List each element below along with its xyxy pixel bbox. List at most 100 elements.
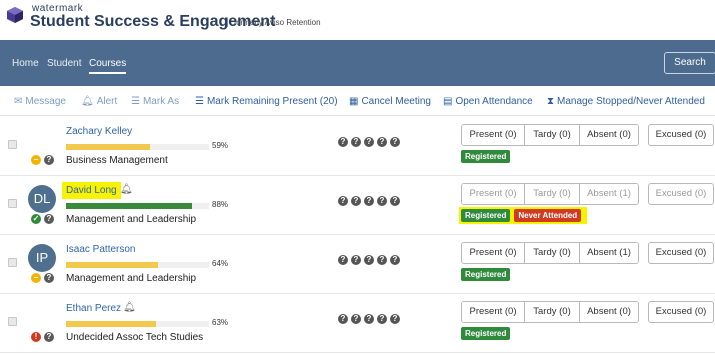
mark-remaining-present-button[interactable]: ☰ Mark Remaining Present (20) <box>195 96 338 107</box>
excused-button[interactable]: Excused (0) <box>648 124 714 146</box>
main-nav: Home Student Courses Search <box>0 40 715 86</box>
badge-group: Registered Never Attended <box>459 207 588 224</box>
bell-icon: 🔔︎ <box>81 96 94 107</box>
present-button[interactable]: Present (0) <box>462 184 525 204</box>
help-icon[interactable]: ? <box>44 214 54 224</box>
excused-button[interactable]: Excused (0) <box>648 301 714 323</box>
progress-fill <box>66 262 158 268</box>
help-icon[interactable]: ? <box>351 314 361 324</box>
manage-stopped-label: Manage Stopped/Never Attended <box>557 96 705 107</box>
registered-badge: Registered <box>461 327 511 340</box>
progress-bar <box>66 144 209 150</box>
help-icon[interactable]: ? <box>390 314 400 324</box>
absent-button[interactable]: Absent (0) <box>580 125 638 145</box>
help-icon[interactable]: ? <box>338 137 348 147</box>
absent-button[interactable]: Absent (1) <box>580 184 638 204</box>
brand-separator: | <box>226 17 229 28</box>
present-button[interactable]: Present (0) <box>462 125 525 145</box>
open-attendance-label: Open Attendance <box>455 96 533 107</box>
help-icon[interactable]: ? <box>377 314 387 324</box>
excused-button[interactable]: Excused (0) <box>648 242 714 264</box>
help-icon[interactable]: ? <box>390 137 400 147</box>
student-row: IP − ? Isaac Patterson 64% Management an… <box>0 235 715 294</box>
question-icons: ????? <box>338 190 403 208</box>
course-name: Management and Leadership <box>66 273 197 284</box>
never-attended-badge: Never Attended <box>514 209 582 222</box>
tardy-button[interactable]: Tardy (0) <box>525 184 580 204</box>
nav-courses[interactable]: Courses <box>89 58 127 74</box>
student-name-link[interactable]: David Long <box>62 182 121 199</box>
mark-as-label: Mark As <box>142 96 180 107</box>
checklist-icon: ☰ <box>195 96 204 107</box>
check-circle-icon: ✓ <box>31 214 41 224</box>
help-icon[interactable]: ? <box>44 332 54 342</box>
tardy-button[interactable]: Tardy (0) <box>525 125 580 145</box>
help-icon[interactable]: ? <box>44 273 54 283</box>
help-icon[interactable]: ? <box>338 314 348 324</box>
progress-bar <box>66 203 209 209</box>
student-name-link[interactable]: Ethan Perez <box>66 303 121 314</box>
help-icon[interactable]: ? <box>390 196 400 206</box>
help-icon[interactable]: ? <box>44 155 54 165</box>
student-row: − ? Zachary Kelley 59% Business Manageme… <box>0 117 715 176</box>
help-icon[interactable]: ? <box>338 196 348 206</box>
manage-stopped-button[interactable]: ⧗ Manage Stopped/Never Attended <box>547 96 705 107</box>
bell-icon[interactable]: 🔔︎ <box>123 302 136 313</box>
attendance-group: Present (0) Tardy (0) Absent (0) <box>461 301 639 323</box>
brand-bar: watermark Student Success & Engagement |… <box>0 0 715 40</box>
student-name-link[interactable]: Zachary Kelley <box>66 126 132 137</box>
progress-bar <box>66 321 209 327</box>
absent-button[interactable]: Absent (1) <box>580 243 638 263</box>
help-icon[interactable]: ? <box>364 255 374 265</box>
avatar: IP <box>28 244 56 272</box>
course-name: Undecided Assoc Tech Studies <box>66 332 204 343</box>
help-icon[interactable]: ? <box>364 196 374 206</box>
nav-home[interactable]: Home <box>12 58 39 69</box>
alert-label: Alert <box>96 96 118 107</box>
help-icon[interactable]: ? <box>377 255 387 265</box>
cancel-meeting-button[interactable]: ▦ Cancel Meeting <box>349 96 431 107</box>
message-button[interactable]: ✉ Message <box>14 96 66 107</box>
row-checkbox[interactable] <box>8 258 17 267</box>
excused-button[interactable]: Excused (0) <box>648 183 714 205</box>
mark-as-button[interactable]: ☰ Mark As <box>131 96 179 107</box>
attendance-group: Present (0) Tardy (0) Absent (0) <box>461 124 639 146</box>
minus-circle-icon: − <box>31 155 41 165</box>
bell-icon[interactable]: 🔔︎ <box>120 184 133 195</box>
progress-percent: 64% <box>212 259 229 268</box>
row-checkbox[interactable] <box>8 140 17 149</box>
absent-button[interactable]: Absent (0) <box>580 302 638 322</box>
open-attendance-button[interactable]: ▤ Open Attendance <box>443 96 533 107</box>
row-checkbox[interactable] <box>8 317 17 326</box>
help-icon[interactable]: ? <box>364 314 374 324</box>
nav-student[interactable]: Student <box>47 58 81 69</box>
action-toolbar: ✉ Message 🔔︎ Alert ☰ Mark As ☰ Mark Remainin… <box>0 86 715 116</box>
help-icon[interactable]: ? <box>338 255 348 265</box>
search-button[interactable]: Search <box>664 52 715 74</box>
badge-group: Registered <box>461 150 514 163</box>
tardy-button[interactable]: Tardy (0) <box>525 302 580 322</box>
message-label: Message <box>25 96 66 107</box>
help-icon[interactable]: ? <box>351 255 361 265</box>
present-button[interactable]: Present (0) <box>462 302 525 322</box>
present-button[interactable]: Present (0) <box>462 243 525 263</box>
help-icon[interactable]: ? <box>351 137 361 147</box>
student-name-link[interactable]: Isaac Patterson <box>66 244 135 255</box>
help-icon[interactable]: ? <box>364 137 374 147</box>
help-icon[interactable]: ? <box>390 255 400 265</box>
progress-bar <box>66 262 209 268</box>
list-icon: ☰ <box>131 96 140 107</box>
help-icon[interactable]: ? <box>351 196 361 206</box>
envelope-icon: ✉ <box>14 96 23 107</box>
attendance-group: Present (0) Tardy (0) Absent (1) <box>461 183 639 205</box>
tardy-button[interactable]: Tardy (0) <box>525 243 580 263</box>
question-icons: ????? <box>338 131 403 149</box>
help-icon[interactable]: ? <box>377 196 387 206</box>
question-icons: ????? <box>338 249 403 267</box>
help-icon[interactable]: ? <box>377 137 387 147</box>
exclamation-circle-icon: ! <box>31 332 41 342</box>
course-name: Business Management <box>66 155 168 166</box>
row-checkbox[interactable] <box>8 199 17 208</box>
avatar: DL <box>28 185 56 213</box>
alert-button[interactable]: 🔔︎ Alert <box>81 96 117 107</box>
